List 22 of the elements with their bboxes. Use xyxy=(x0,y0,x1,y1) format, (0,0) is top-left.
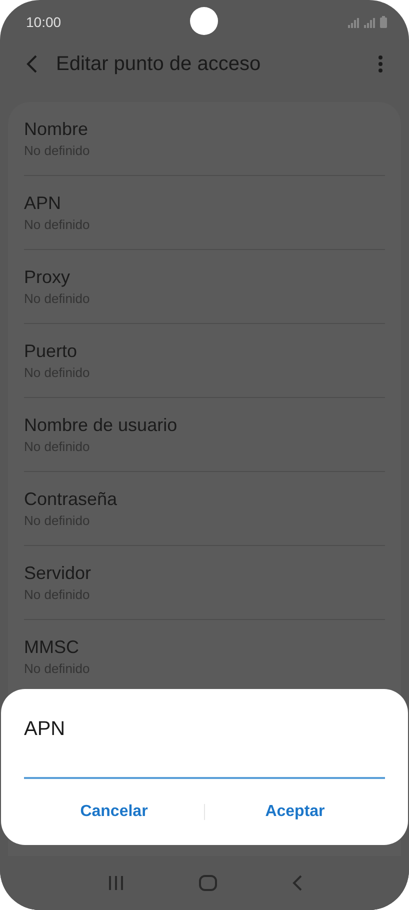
setting-title[interactable]: Servidor xyxy=(24,563,385,584)
setting-title[interactable]: APN xyxy=(24,193,385,214)
screen-title: Editar punto de acceso xyxy=(56,52,262,76)
dialog-button[interactable]: Aceptar xyxy=(205,795,385,829)
back-icon[interactable] xyxy=(292,875,302,891)
setting-title[interactable]: Nombre xyxy=(24,119,385,140)
recent-apps-icon[interactable] xyxy=(108,875,124,891)
back-icon[interactable] xyxy=(26,55,38,73)
signal-icon xyxy=(364,18,376,28)
home-icon[interactable] xyxy=(198,875,216,891)
setting-title[interactable]: Nombre de usuario xyxy=(24,415,385,436)
setting-title[interactable]: MMSC xyxy=(24,637,385,658)
setting-title[interactable]: Contraseña xyxy=(24,489,385,510)
camera-hole xyxy=(190,7,218,35)
dialog-title: APN xyxy=(24,718,66,741)
signal-icon xyxy=(348,18,360,28)
status-time: 10:00 xyxy=(26,14,62,30)
dialog-button[interactable]: Cancelar xyxy=(24,795,204,829)
battery-icon xyxy=(380,16,387,28)
setting-title[interactable]: Puerto xyxy=(24,341,385,362)
setting-title[interactable]: Proxy xyxy=(24,267,385,288)
more-options-icon[interactable] xyxy=(378,55,383,73)
